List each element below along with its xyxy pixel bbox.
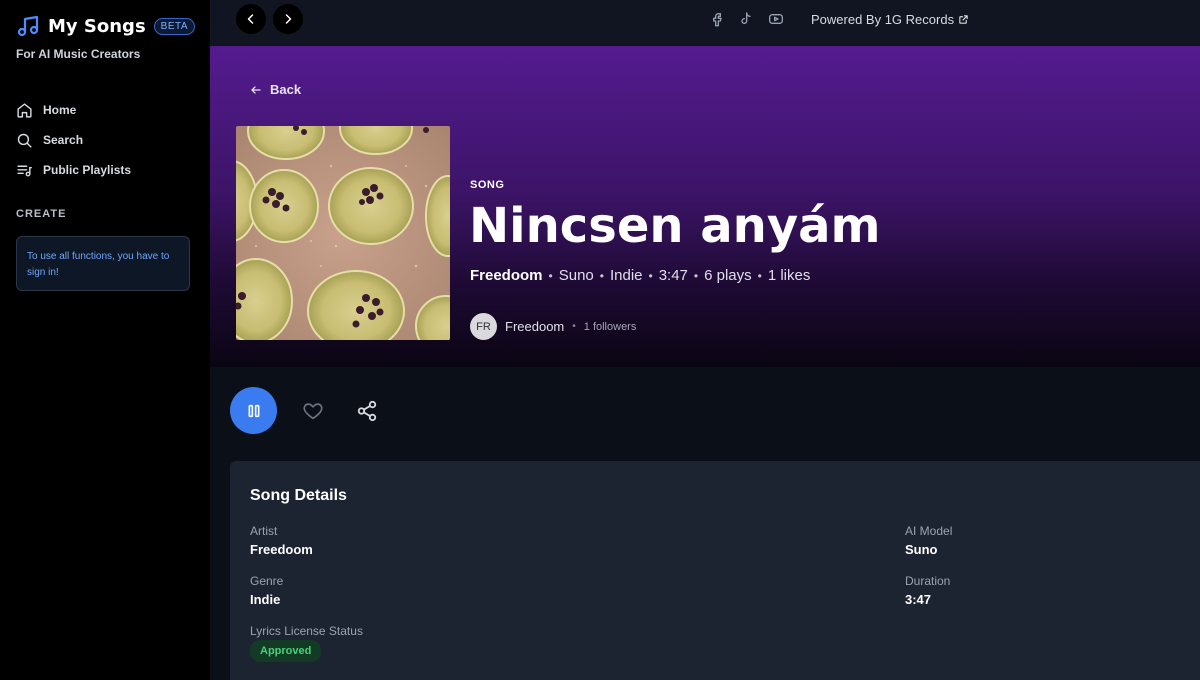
powered-by-label: Powered By 1G Records	[811, 12, 955, 27]
meta-likes: 1 likes	[767, 267, 811, 284]
ai-model-label: AI Model	[905, 524, 953, 538]
pause-icon	[248, 404, 259, 417]
tiktok-icon	[741, 12, 751, 24]
artist-avatar[interactable]: FR	[470, 313, 497, 340]
arrow-left-icon	[251, 85, 261, 94]
duration-value: 3:47	[905, 592, 932, 607]
search-icon	[17, 133, 32, 148]
music-note-icon	[17, 15, 39, 37]
home-icon	[17, 102, 32, 118]
artist-separator: •	[572, 321, 576, 332]
powered-by-link[interactable]: Powered By 1G Records	[811, 12, 969, 27]
beta-badge: BETA	[153, 17, 196, 35]
tagline: For AI Music Creators	[16, 47, 141, 61]
duration-label: Duration	[905, 574, 951, 588]
sidebar-item-home[interactable]: Home	[16, 95, 131, 125]
license-status-label: Lyrics License Status	[250, 624, 363, 638]
meta-duration: 3:47	[658, 267, 688, 284]
history-back-button[interactable]	[236, 4, 266, 34]
meta-separator: •	[757, 268, 762, 283]
song-cover-art	[236, 126, 450, 340]
brand-title: My Songs	[48, 15, 146, 37]
ai-model-value: Suno	[905, 542, 938, 557]
license-status-badge: Approved	[250, 640, 322, 662]
song-meta: Freedoom • Suno • Indie • 3:47 • 6 plays…	[470, 267, 810, 284]
sidebar-nav: Home Search Public Playlists	[16, 95, 131, 185]
chevron-right-icon	[285, 14, 292, 24]
youtube-icon	[769, 14, 783, 24]
back-button[interactable]: Back	[250, 82, 301, 97]
song-title: Nincsen anyám	[469, 198, 881, 254]
sidebar-item-label: Search	[43, 133, 84, 147]
create-section-label: CREATE	[16, 208, 67, 220]
meta-genre: Indie	[609, 267, 643, 284]
meta-plays: 6 plays	[704, 267, 752, 284]
meta-artist-link[interactable]: Freedoom	[470, 267, 543, 284]
meta-separator: •	[548, 268, 553, 283]
song-details-section: Song Details Artist Freedoom AI Model Su…	[210, 461, 1200, 680]
history-forward-button[interactable]	[273, 4, 303, 34]
pause-button[interactable]	[230, 387, 277, 434]
meta-separator: •	[648, 268, 653, 283]
artist-value: Freedoom	[250, 542, 313, 557]
genre-value: Indie	[250, 592, 281, 607]
artist-name-link[interactable]: Freedoom	[505, 319, 564, 334]
sidebar-item-search[interactable]: Search	[16, 125, 131, 155]
meta-ai-model: Suno	[558, 267, 594, 284]
song-hero: Back SONG Nincsen anyám Freedoom • Suno …	[210, 46, 1200, 367]
meta-separator: •	[599, 268, 604, 283]
genre-label: Genre	[250, 574, 284, 588]
back-label: Back	[270, 82, 302, 97]
song-type-label: SONG	[470, 179, 505, 191]
topbar: Powered By 1G Records	[210, 0, 1200, 46]
heart-icon[interactable]	[302, 400, 324, 422]
song-details-title: Song Details	[250, 487, 347, 504]
playlist-icon	[17, 165, 32, 177]
chevron-left-icon	[247, 14, 254, 24]
sidebar-item-label: Home	[43, 103, 77, 117]
artist-row: FR Freedoom • 1 followers	[470, 313, 636, 340]
share-icon[interactable]	[356, 400, 378, 422]
player-controls	[210, 367, 1200, 461]
signin-notice: To use all functions, you have to sign i…	[16, 236, 190, 291]
facebook-link[interactable]	[709, 11, 725, 27]
facebook-icon	[713, 13, 722, 27]
artist-label: Artist	[250, 524, 278, 538]
sidebar-item-label: Public Playlists	[43, 163, 132, 177]
meta-separator: •	[693, 268, 699, 283]
artist-followers: 1 followers	[583, 320, 637, 333]
tiktok-link[interactable]	[738, 11, 754, 27]
external-link-icon	[959, 15, 968, 24]
youtube-link[interactable]	[768, 11, 784, 27]
sidebar-item-public-playlists[interactable]: Public Playlists	[16, 155, 131, 185]
brand[interactable]: My Songs BETA	[16, 14, 196, 38]
sidebar: My Songs BETA For AI Music Creators Home…	[0, 0, 210, 680]
song-details-card: Song Details Artist Freedoom AI Model Su…	[230, 461, 1200, 680]
